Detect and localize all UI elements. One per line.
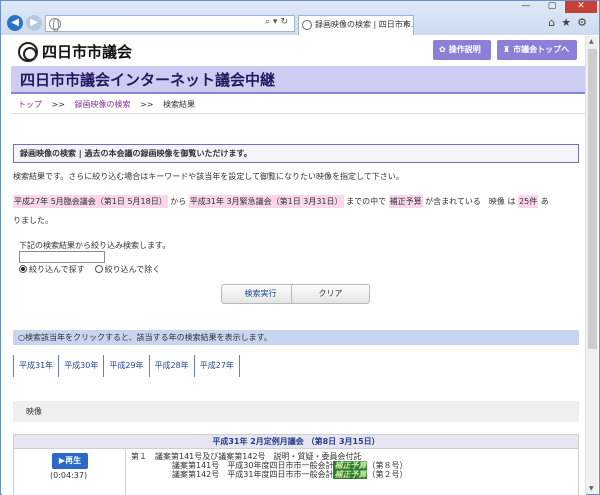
- session-result: 平成31年 2月定例月議会 （第8日 3月15日） ▶再生 (0:04:37) …: [13, 434, 579, 495]
- info-box: 録画映像の検索 | 過去の本会議の録画映像を御覧いただけます。: [13, 144, 579, 163]
- breadcrumb-separator: >>: [51, 100, 65, 109]
- breadcrumb: トップ >> 録画映像の検索 >> 検索結果: [18, 99, 195, 110]
- scroll-up-arrow-icon[interactable]: ▲: [589, 38, 594, 45]
- play-button[interactable]: ▶再生: [52, 453, 88, 469]
- help-button[interactable]: ✿ 操作説明: [433, 40, 491, 60]
- browser-toolbar-icons[interactable]: ⌂★⚙: [548, 16, 593, 29]
- close-window-button[interactable]: ✕: [565, 1, 597, 13]
- gear-icon: ✿: [439, 45, 446, 54]
- agenda-line-suffix: （第２号）: [367, 470, 408, 479]
- year-link-h27[interactable]: 平成27年: [193, 355, 240, 377]
- scroll-thumb[interactable]: [588, 49, 597, 349]
- radio-narrow[interactable]: 絞り込んで探す: [19, 264, 85, 275]
- search-execute-button[interactable]: 検索実行: [221, 284, 300, 304]
- page-banner-title: 四日市市議会インターネット議会中継: [11, 66, 586, 94]
- play-label: 再生: [65, 456, 82, 465]
- session-title: 平成31年 2月定例月議会 （第8日 3月15日）: [14, 435, 578, 449]
- contains-word: が含まれている 映像 は: [425, 197, 516, 206]
- agenda-keyword-highlight: 補正予算: [333, 470, 368, 479]
- globe-icon: [49, 18, 61, 32]
- result-intro: 検索結果です。さらに絞り込む場合はキーワードや該当年を設定して御覧になりたい映像…: [13, 172, 404, 181]
- tab-favicon-icon: [302, 20, 312, 30]
- tab-close-icon[interactable]: ✕: [402, 16, 410, 34]
- agenda-keyword-highlight: 補正予算: [333, 461, 368, 470]
- window-controls: — ▢ ✕: [513, 1, 597, 13]
- year-tabs: 平成31年 平成30年 平成29年 平成28年 平成27年: [13, 355, 240, 377]
- agenda-line: 議案第141号 平成30年度四日市市一般会計補正予算（第８号）: [131, 461, 407, 470]
- year-link-h31[interactable]: 平成31年: [13, 355, 58, 377]
- minimize-button[interactable]: —: [513, 1, 539, 13]
- filter-mode-radios: 絞り込んで探す 絞り込んで除く: [19, 264, 160, 275]
- year-instruction: ○検索該当年をクリックすると、該当する年の検索結果を表示します。: [13, 330, 579, 345]
- council-top-button[interactable]: ♜ 市議会トップへ: [497, 40, 577, 60]
- year-link-h28[interactable]: 平成28年: [148, 355, 194, 377]
- radio-narrow-label: 絞り込んで探す: [29, 265, 85, 274]
- council-top-label: 市議会トップへ: [513, 45, 570, 54]
- keyword-highlight: 補正予算: [388, 195, 423, 208]
- agenda-line: 議案第142号 平成31年度四日市市一般会計補正予算（第２号）: [131, 470, 407, 479]
- scroll-down-arrow-icon[interactable]: ▼: [589, 485, 594, 492]
- year-link-h30[interactable]: 平成30年: [58, 355, 103, 377]
- within-word: までの中で: [346, 197, 387, 206]
- radio-exclude-control[interactable]: [94, 265, 103, 273]
- address-tools-icons[interactable]: ⌕▾↻: [265, 17, 291, 27]
- radio-exclude[interactable]: 絞り込んで除く: [94, 264, 161, 275]
- agenda-line-prefix: 議案第141号 平成30年度四日市市一般会計: [172, 461, 334, 470]
- filter-label: 下記の検索結果から絞り込み検索します。: [19, 241, 171, 250]
- breadcrumb-home-link[interactable]: トップ: [18, 100, 42, 109]
- result-count: 25件: [518, 195, 539, 208]
- breadcrumb-current: 検索結果: [163, 100, 195, 109]
- agenda-text: 第１ 議案第141号及び議案第142号 説明・質疑・委員会付託 議案第141号 …: [131, 452, 407, 479]
- agenda-line: 第１ 議案第141号及び議案第142号 説明・質疑・委員会付託: [131, 452, 362, 461]
- help-button-label: 操作説明: [448, 45, 481, 54]
- breadcrumb-separator: >>: [140, 100, 154, 109]
- breadcrumb-search-link[interactable]: 録画映像の検索: [75, 100, 131, 109]
- clear-button[interactable]: クリア: [291, 284, 370, 304]
- logo-text: 四日市市議会: [42, 43, 133, 61]
- year-link-h29[interactable]: 平成29年: [103, 355, 148, 377]
- agenda-line-prefix: 議案第142号 平成31年度四日市市一般会計: [172, 470, 334, 479]
- browser-titlebar: — ▢ ✕ ◀ ▶ ⌕▾↻ 録画映像の検索 | 四日市市... ✕ ⌂★⚙: [1, 1, 599, 35]
- from-session: 平成27年 5月臨会議会（第1日 5月18日）: [13, 195, 168, 208]
- play-cell: ▶再生 (0:04:37): [14, 449, 126, 495]
- to-session: 平成31年 3月緊急議会（第1日 3月31日）: [188, 195, 344, 208]
- agenda-line-suffix: （第８号）: [367, 461, 408, 470]
- building-icon: ♜: [503, 45, 511, 54]
- search-summary-line2: りました。: [13, 216, 53, 225]
- video-duration: (0:04:37): [50, 471, 88, 480]
- browser-tab[interactable]: 録画映像の検索 | 四日市市... ✕: [298, 15, 414, 35]
- radio-exclude-label: 絞り込んで除く: [104, 265, 161, 274]
- vertical-scrollbar[interactable]: ▲ ▼: [585, 36, 598, 494]
- browser-window: — ▢ ✕ ◀ ▶ ⌕▾↻ 録画映像の検索 | 四日市市... ✕ ⌂★⚙ 四日…: [0, 0, 600, 495]
- from-word: から: [170, 197, 187, 206]
- search-summary: 平成27年 5月臨会議会（第1日 5月18日） から 平成31年 3月緊急議会（…: [13, 195, 549, 208]
- city-emblem-icon: [18, 41, 38, 62]
- radio-narrow-control[interactable]: [19, 265, 27, 273]
- forward-arrow-icon[interactable]: ▶: [26, 15, 42, 31]
- back-arrow-icon[interactable]: ◀: [7, 15, 23, 31]
- address-bar[interactable]: ⌕▾↻: [45, 15, 295, 32]
- tab-title: 録画映像の検索 | 四日市市...: [315, 20, 414, 29]
- summary-trailing: あ: [540, 197, 549, 206]
- video-section-label: 映像: [13, 401, 579, 422]
- breadcrumb-divider: [11, 113, 586, 114]
- filter-keyword-input[interactable]: [19, 251, 105, 263]
- page-viewport: 四日市市議会 ✿ 操作説明 ♜ 市議会トップへ 四日市市議会インターネット議会中継 …: [2, 36, 586, 495]
- maximize-button[interactable]: ▢: [539, 1, 565, 13]
- site-logo[interactable]: 四日市市議会: [18, 41, 132, 62]
